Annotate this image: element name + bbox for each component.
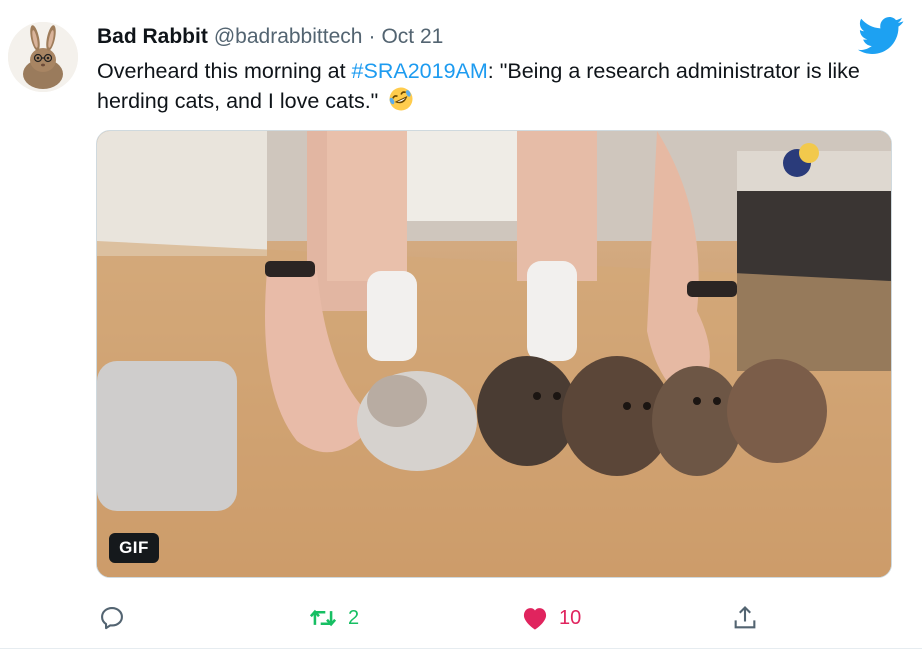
author-display-name[interactable]: Bad Rabbit xyxy=(97,25,208,49)
share-button[interactable] xyxy=(731,602,759,634)
twitter-bird-icon[interactable] xyxy=(858,16,904,56)
tweet-gif-media[interactable]: GIF xyxy=(96,130,892,578)
reply-icon xyxy=(101,607,123,630)
reply-button[interactable] xyxy=(98,602,136,634)
author-avatar[interactable] xyxy=(8,22,78,92)
tweet-card[interactable]: Bad Rabbit @badrabbittech · Oct 21 Overh… xyxy=(0,0,922,650)
like-button[interactable]: 10 xyxy=(521,602,581,634)
tweet-text: Overheard this morning at #SRA2019AM: "B… xyxy=(97,56,897,120)
retweet-icon xyxy=(309,609,337,627)
author-handle[interactable]: @badrabbittech xyxy=(214,25,363,49)
header-separator: · xyxy=(368,25,376,48)
gif-badge: GIF xyxy=(109,533,159,563)
tweet-header: Bad Rabbit @badrabbittech · Oct 21 xyxy=(97,24,443,50)
share-icon xyxy=(734,606,756,629)
kittens-gif-image xyxy=(97,131,891,577)
rabbit-avatar-icon xyxy=(8,22,78,92)
tweet-actions: 2 10 xyxy=(0,596,922,640)
like-count: 10 xyxy=(559,606,582,629)
tweet-date[interactable]: Oct 21 xyxy=(381,25,443,49)
rolling-on-floor-laughing-emoji-icon xyxy=(388,86,414,120)
hashtag-link[interactable]: #SRA2019AM xyxy=(352,59,488,83)
retweet-count: 2 xyxy=(348,606,360,629)
tweet-text-part: Overheard this morning at xyxy=(97,59,352,83)
heart-icon xyxy=(523,608,547,630)
tweet-divider xyxy=(0,648,922,649)
retweet-button[interactable]: 2 xyxy=(308,602,359,634)
